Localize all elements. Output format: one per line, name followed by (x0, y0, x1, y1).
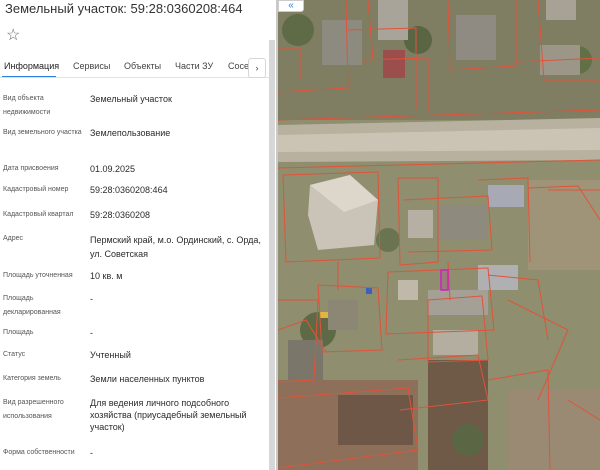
attribute-value: 59:28:0360208 (90, 210, 151, 220)
panel-scrollbar[interactable] (269, 40, 275, 470)
attribute-label: Дата присвоения (3, 165, 59, 172)
favorite-star-icon[interactable]: ☆ (6, 27, 20, 45)
attribute-label: Вид разрешенного использования (3, 399, 64, 420)
attribute-label: Вид объекта недвижимости (3, 95, 51, 116)
attribute-value: Земли населенных пунктов (90, 374, 205, 384)
attribute-label: Кадастровый квартал (3, 211, 74, 218)
attribute-value: Землепользование (90, 128, 171, 138)
attribute-value: Земельный участок (90, 94, 172, 104)
attribute-value: Учтенный (90, 350, 131, 360)
attribute-value: 10 кв. м (90, 271, 123, 281)
attribute-label: Статус (3, 351, 26, 358)
attribute-label: Вид земельного участка (3, 129, 82, 136)
panel-title: Земельный участок: 59:28:0360208:464 (5, 1, 243, 16)
tab-objects[interactable]: Объекты (124, 60, 161, 72)
tab-parcel-parts[interactable]: Части ЗУ (175, 60, 213, 72)
map-canvas (278, 0, 600, 470)
info-panel: Земельный участок: 59:28:0360208:464 ☆ И… (0, 0, 278, 470)
tab-neighbors[interactable]: Сосе (228, 60, 249, 72)
collapse-panel-icon[interactable]: « (278, 0, 304, 12)
tab-services[interactable]: Сервисы (73, 60, 110, 72)
attribute-label: Форма собственности (3, 449, 75, 456)
attribute-label: Адрес (3, 235, 24, 242)
tab-information[interactable]: Информация (4, 60, 59, 72)
attribute-label: Площадь уточненная (3, 272, 73, 279)
attribute-value: - (90, 448, 93, 458)
attribute-value: 01.09.2025 (90, 164, 136, 174)
attribute-label: Площадь (3, 329, 34, 336)
attribute-value: Пермский край, м.о. Ординский, с. Орда, … (90, 235, 261, 259)
attribute-value: - (90, 294, 93, 304)
tabs-next-arrow-icon[interactable]: › (248, 58, 266, 78)
attribute-value: 59:28:0360208:464 (90, 185, 168, 195)
attribute-label: Площадь декларированная (3, 295, 61, 316)
active-tab-indicator (2, 76, 56, 77)
attribute-label: Категория земель (3, 375, 61, 382)
attribute-value: Для ведения личного подсобного хозяйства… (90, 398, 247, 432)
satellite-map[interactable] (278, 0, 600, 470)
tab-bar: Информация Сервисы Объекты Части ЗУ Сосе (0, 58, 270, 78)
attribute-label: Кадастровый номер (3, 186, 69, 193)
attribute-value: - (90, 328, 93, 338)
